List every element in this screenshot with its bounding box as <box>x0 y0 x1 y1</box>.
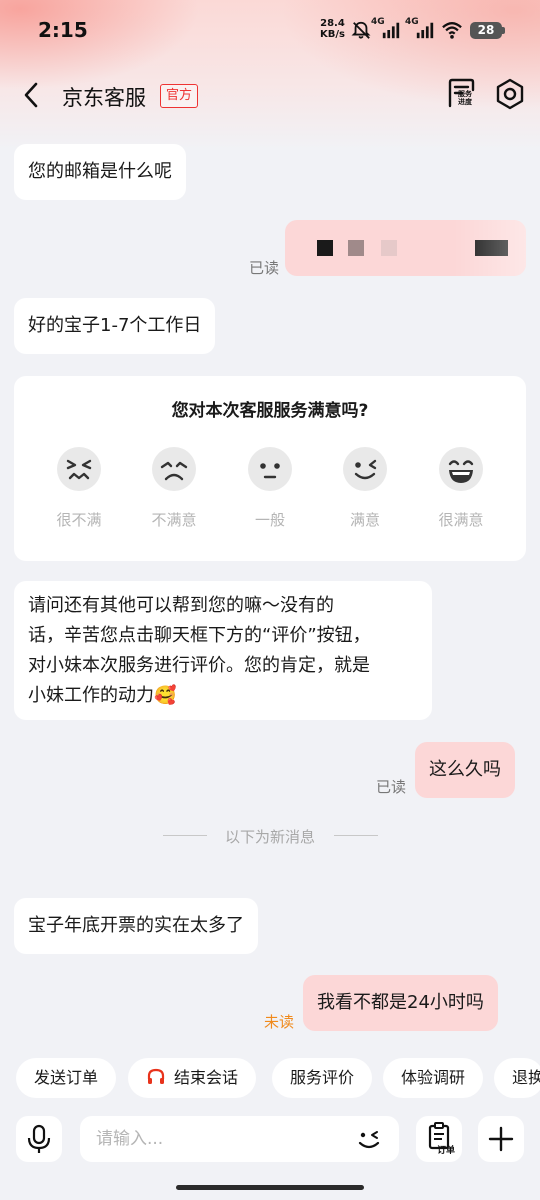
microphone-icon <box>27 1124 51 1153</box>
message-agent-1: 您的邮箱是什么呢 <box>14 144 186 200</box>
message-input-box[interactable] <box>80 1116 399 1162</box>
satisfaction-survey: 您对本次客服服务满意吗? 很不满 不满意 一般 满意 很满意 <box>14 376 526 561</box>
divider-line <box>334 835 378 836</box>
signal-1-icon <box>382 22 400 39</box>
unread-status: 未读 <box>264 1013 295 1031</box>
status-time: 2:15 <box>38 18 88 42</box>
angry-face-icon[interactable] <box>56 446 102 492</box>
more-button[interactable] <box>478 1116 524 1162</box>
battery-indicator: 28 <box>470 22 505 39</box>
option-dissatisfied[interactable]: 不满意 <box>134 509 214 530</box>
service-rating-chip[interactable]: 服务评价 <box>272 1058 373 1098</box>
message-user-2: 我看不都是24小时吗 <box>303 975 498 1031</box>
message-input[interactable] <box>96 1116 346 1162</box>
experience-survey-chip[interactable]: 体验调研 <box>383 1058 484 1098</box>
redaction-block <box>475 240 508 256</box>
status-bar: 2:15 28.4 KB/s 4G 4G 28 <box>0 0 540 64</box>
mute-bell-icon <box>351 21 371 39</box>
neutral-face-icon[interactable] <box>247 446 293 492</box>
plus-icon <box>488 1126 514 1152</box>
new-messages-divider: 以下为新消息 <box>224 828 315 846</box>
read-status: 已读 <box>376 778 407 796</box>
redacted-message <box>285 220 526 276</box>
option-neutral[interactable]: 一般 <box>230 509 310 530</box>
home-indicator[interactable] <box>176 1185 364 1190</box>
voice-button[interactable] <box>16 1116 62 1162</box>
send-order-chip[interactable]: 发送订单 <box>16 1058 117 1098</box>
service-progress-label: 服务进度 <box>458 90 472 106</box>
message-agent-4: 宝子年底开票的实在太多了 <box>14 898 258 954</box>
option-satisfied[interactable]: 满意 <box>325 509 405 530</box>
signal-2-icon <box>416 22 434 39</box>
headset-icon <box>147 1068 165 1084</box>
option-very-satisfied[interactable]: 很满意 <box>421 509 501 530</box>
end-session-chip[interactable]: 结束会话 <box>128 1058 257 1098</box>
wifi-icon <box>442 22 462 39</box>
chat-title: 京东客服 <box>62 86 146 110</box>
message-user-1: 这么久吗 <box>415 742 515 798</box>
emoji-icon[interactable] <box>355 1126 383 1154</box>
settings-icon[interactable] <box>492 76 528 112</box>
grin-face-icon[interactable] <box>438 446 484 492</box>
message-agent-3: 请问还有其他可以帮到您的嘛～没有的 话，辛苦您点击聊天框下方的“评价”按钮， 对… <box>14 581 432 720</box>
back-arrow-icon[interactable] <box>18 78 46 112</box>
redaction-block <box>317 240 333 256</box>
redaction-block <box>381 240 397 256</box>
message-agent-2: 好的宝子1-7个工作日 <box>14 298 216 354</box>
wink-face-icon[interactable] <box>342 446 388 492</box>
network-speed: 28.4 KB/s <box>320 18 345 40</box>
survey-title: 您对本次客服服务满意吗? <box>171 401 369 421</box>
option-very-dissatisfied[interactable]: 很不满 <box>39 509 119 530</box>
return-exchange-chip[interactable]: 退换 <box>494 1058 540 1098</box>
sad-face-icon[interactable] <box>151 446 197 492</box>
order-button-label: 订单 <box>437 1146 456 1156</box>
read-status: 已读 <box>249 259 280 277</box>
official-badge: 官方 <box>160 84 199 108</box>
redaction-block <box>348 240 364 256</box>
